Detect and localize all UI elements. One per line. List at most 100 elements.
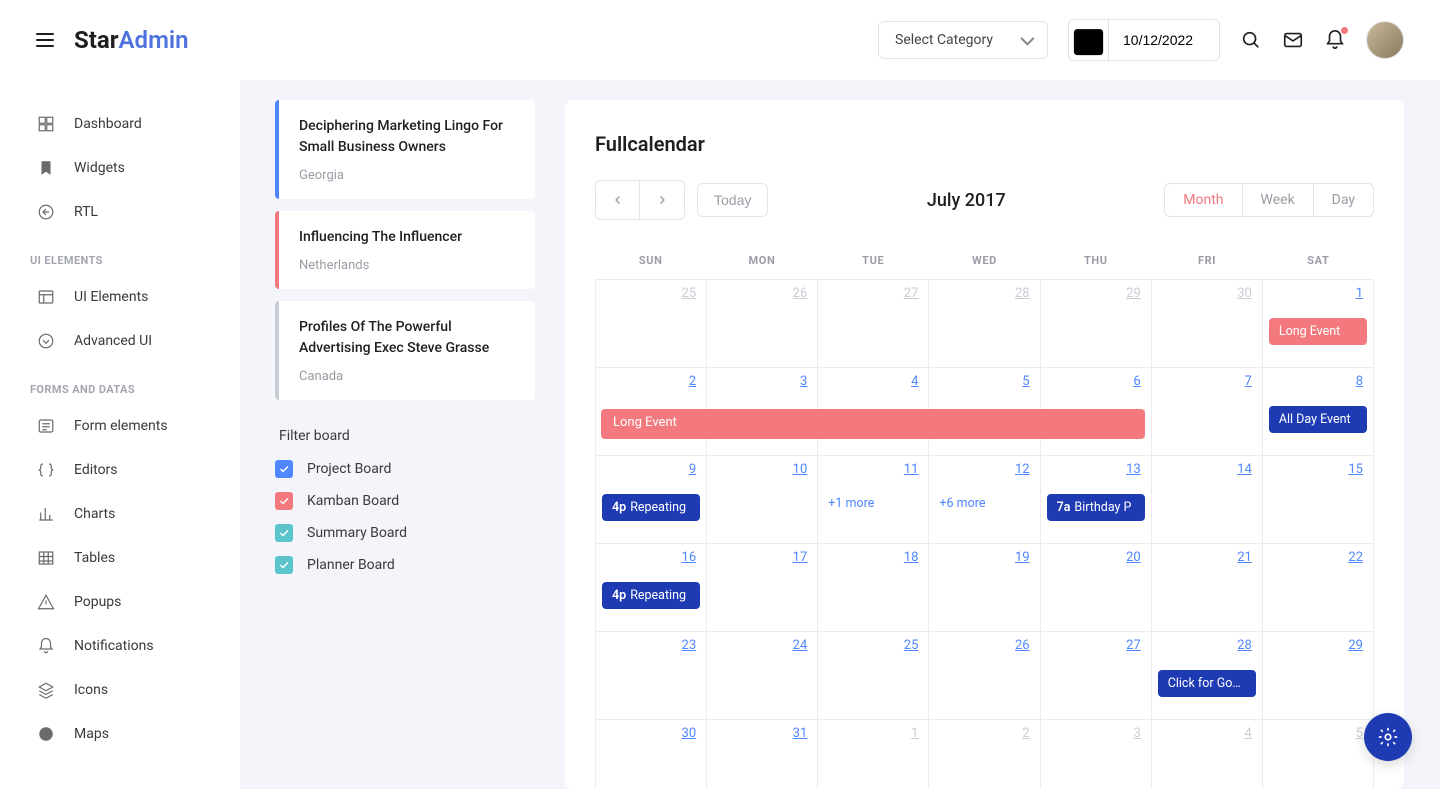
calendar-cell[interactable]: 21 xyxy=(1152,544,1263,632)
sidebar-item-charts[interactable]: Charts xyxy=(0,492,240,536)
calendar-cell[interactable]: 20 xyxy=(1041,544,1152,632)
calendar-cell[interactable]: 23 xyxy=(596,632,707,720)
calendar-cell[interactable]: 1 Long Event xyxy=(1263,280,1374,368)
day-number[interactable]: 30 xyxy=(682,726,697,741)
info-card[interactable]: Influencing The Influencer Netherlands xyxy=(275,211,535,289)
sidebar-item-notifications[interactable]: Notifications xyxy=(0,624,240,668)
calendar-cell[interactable]: 25 xyxy=(596,280,707,368)
day-number[interactable]: 12 xyxy=(1015,462,1030,477)
day-number[interactable]: 29 xyxy=(1126,286,1141,301)
calendar-cell[interactable]: 28Click for Goog xyxy=(1152,632,1263,720)
calendar-cell[interactable]: 4 xyxy=(1152,720,1263,789)
day-number[interactable]: 15 xyxy=(1348,462,1363,477)
calendar-cell[interactable]: 3 xyxy=(1041,720,1152,789)
avatar[interactable] xyxy=(1366,21,1404,59)
day-number[interactable]: 28 xyxy=(1015,286,1030,301)
calendar-cell[interactable]: 12 +6 more xyxy=(929,456,1040,544)
day-number[interactable]: 7 xyxy=(1245,374,1252,389)
calendar-cell[interactable]: 30 xyxy=(596,720,707,789)
day-number[interactable]: 14 xyxy=(1237,462,1252,477)
sidebar-item-ui-elements[interactable]: UI Elements xyxy=(0,275,240,319)
view-day-button[interactable]: Day xyxy=(1313,184,1373,216)
logo[interactable]: StarAdmin xyxy=(74,26,189,54)
calendar-icon[interactable] xyxy=(1069,20,1109,60)
day-number[interactable]: 16 xyxy=(682,550,697,565)
sidebar-item-icons[interactable]: Icons xyxy=(0,668,240,712)
calendar-cell[interactable]: 18 xyxy=(818,544,929,632)
event-long-event-span[interactable]: Long Event xyxy=(601,409,1145,439)
sidebar-item-form-elements[interactable]: Form elements xyxy=(0,404,240,448)
event-birthday[interactable]: 7aBirthday P xyxy=(1047,494,1145,521)
more-link[interactable]: +6 more xyxy=(939,496,985,511)
sidebar-item-tables[interactable]: Tables xyxy=(0,536,240,580)
calendar-cell[interactable]: 26 xyxy=(929,632,1040,720)
search-icon[interactable] xyxy=(1240,29,1262,51)
sidebar-item-advanced-ui[interactable]: Advanced UI xyxy=(0,319,240,363)
calendar-cell[interactable]: 1 xyxy=(818,720,929,789)
view-week-button[interactable]: Week xyxy=(1242,184,1313,216)
calendar-cell[interactable]: 15 xyxy=(1263,456,1374,544)
day-number[interactable]: 25 xyxy=(904,638,919,653)
day-number[interactable]: 3 xyxy=(800,374,807,389)
today-button[interactable]: Today xyxy=(697,183,768,217)
calendar-cell[interactable]: 8All Day Event xyxy=(1263,368,1374,456)
day-number[interactable]: 24 xyxy=(793,638,808,653)
calendar-cell[interactable]: 14 xyxy=(1152,456,1263,544)
day-number[interactable]: 27 xyxy=(904,286,919,301)
day-number[interactable]: 30 xyxy=(1237,286,1252,301)
calendar-cell[interactable]: 28 xyxy=(929,280,1040,368)
day-number[interactable]: 25 xyxy=(682,286,697,301)
day-number[interactable]: 4 xyxy=(911,374,918,389)
calendar-cell[interactable]: 9 4pRepeating xyxy=(596,456,707,544)
calendar-cell[interactable]: 25 xyxy=(818,632,929,720)
day-number[interactable]: 1 xyxy=(1356,286,1363,301)
event-long-event[interactable]: Long Event xyxy=(1269,318,1367,345)
calendar-cell[interactable]: 19 xyxy=(929,544,1040,632)
prev-button[interactable] xyxy=(596,181,640,219)
calendar-cell[interactable]: 2 xyxy=(929,720,1040,789)
day-number[interactable]: 9 xyxy=(689,462,696,477)
calendar-cell[interactable]: 29 xyxy=(1263,632,1374,720)
day-number[interactable]: 28 xyxy=(1237,638,1252,653)
day-number[interactable]: 6 xyxy=(1133,374,1140,389)
next-button[interactable] xyxy=(640,181,684,219)
day-number[interactable]: 2 xyxy=(689,374,696,389)
calendar-cell[interactable]: 30 xyxy=(1152,280,1263,368)
calendar-cell[interactable]: 16 4pRepeating xyxy=(596,544,707,632)
sidebar-item-maps[interactable]: Maps xyxy=(0,712,240,756)
filter-kamban-board[interactable]: Kamban Board xyxy=(275,492,535,510)
day-number[interactable]: 10 xyxy=(793,462,808,477)
filter-summary-board[interactable]: Summary Board xyxy=(275,524,535,542)
day-number[interactable]: 18 xyxy=(904,550,919,565)
event-repeating[interactable]: 4pRepeating xyxy=(602,582,700,609)
event-repeating[interactable]: 4pRepeating xyxy=(602,494,700,521)
day-number[interactable]: 5 xyxy=(1022,374,1029,389)
calendar-cell[interactable]: 7 xyxy=(1152,368,1263,456)
calendar-cell[interactable]: 27 xyxy=(818,280,929,368)
date-input[interactable] xyxy=(1109,22,1219,58)
filter-project-board[interactable]: Project Board xyxy=(275,460,535,478)
day-number[interactable]: 20 xyxy=(1126,550,1141,565)
sidebar-item-widgets[interactable]: Widgets xyxy=(0,146,240,190)
filter-planner-board[interactable]: Planner Board xyxy=(275,556,535,574)
sidebar-item-rtl[interactable]: RTL xyxy=(0,190,240,234)
calendar-cell[interactable]: 5 xyxy=(1263,720,1374,789)
menu-toggle-icon[interactable] xyxy=(36,33,54,47)
view-month-button[interactable]: Month xyxy=(1165,184,1241,216)
sidebar-item-popups[interactable]: Popups xyxy=(0,580,240,624)
more-link[interactable]: +1 more xyxy=(828,496,874,511)
calendar-cell[interactable]: 27 xyxy=(1041,632,1152,720)
day-number[interactable]: 31 xyxy=(793,726,808,741)
calendar-cell[interactable]: 24 xyxy=(707,632,818,720)
calendar-cell[interactable]: 137aBirthday P xyxy=(1041,456,1152,544)
mail-icon[interactable] xyxy=(1282,29,1304,51)
info-card[interactable]: Deciphering Marketing Lingo For Small Bu… xyxy=(275,100,535,199)
day-number[interactable]: 4 xyxy=(1245,726,1252,741)
sidebar-item-editors[interactable]: Editors xyxy=(0,448,240,492)
calendar-cell[interactable]: 10 xyxy=(707,456,818,544)
day-number[interactable]: 21 xyxy=(1237,550,1252,565)
bell-icon[interactable] xyxy=(1324,29,1346,51)
calendar-cell[interactable]: 29 xyxy=(1041,280,1152,368)
calendar-cell[interactable]: 22 xyxy=(1263,544,1374,632)
calendar-cell[interactable]: 11+1 more xyxy=(818,456,929,544)
